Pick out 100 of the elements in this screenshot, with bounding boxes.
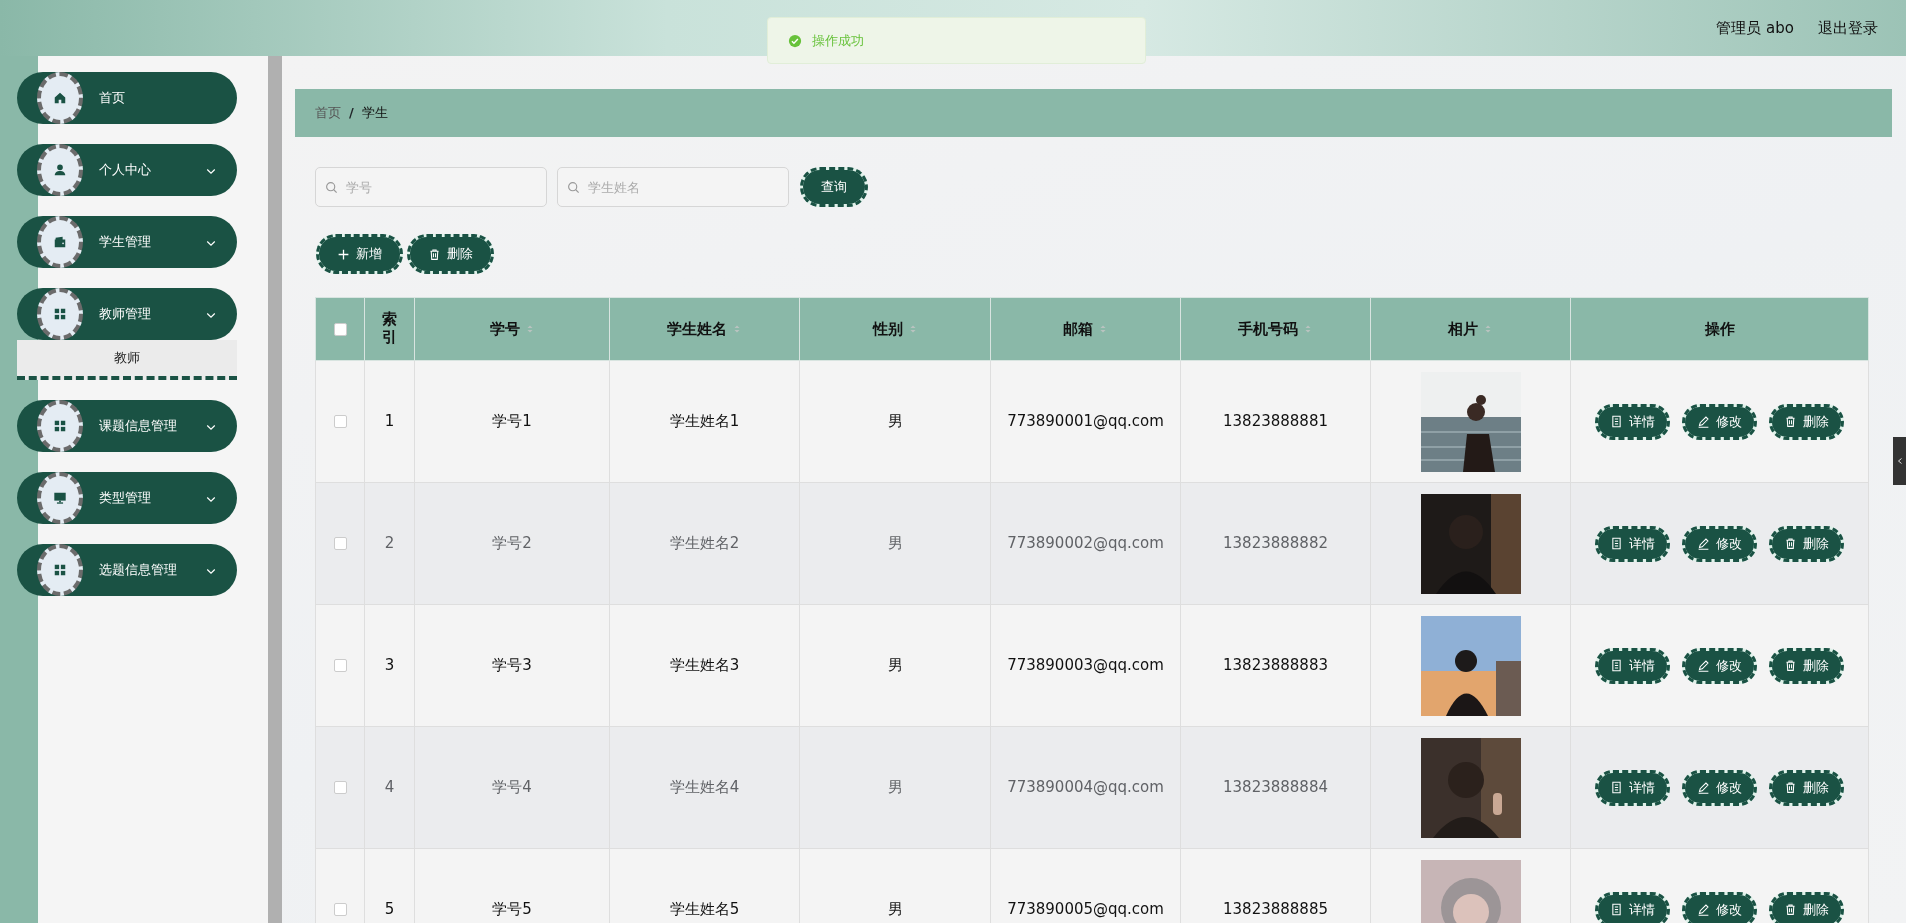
student-number: 学号5: [492, 900, 532, 919]
search-icon: [567, 181, 580, 194]
toast-message: 操作成功: [812, 31, 864, 50]
document-icon: [1610, 903, 1623, 916]
row-index: 1: [384, 412, 395, 431]
trash-icon: [1784, 537, 1797, 550]
pencil-icon: [1697, 537, 1710, 550]
edit-button[interactable]: 修改: [1685, 772, 1754, 803]
student-name: 学生姓名5: [669, 900, 740, 919]
column-header: 索引: [381, 309, 398, 346]
gender: 男: [887, 534, 903, 553]
student-number: 学号4: [492, 778, 532, 797]
delete-button[interactable]: 删除: [1772, 650, 1841, 681]
checkbox[interactable]: [333, 903, 347, 917]
trash-icon: [1784, 415, 1797, 428]
edit-button[interactable]: 修改: [1685, 528, 1754, 559]
menu-item[interactable]: 教师管理: [17, 288, 237, 340]
column-header: 学号: [489, 319, 520, 338]
menu-item[interactable]: 选题信息管理: [17, 544, 237, 596]
checkbox[interactable]: [333, 415, 347, 429]
row-index: 2: [384, 534, 395, 553]
checkbox[interactable]: [333, 322, 347, 336]
gender: 男: [887, 900, 903, 919]
column-header: 手机号码: [1238, 319, 1298, 338]
checkbox[interactable]: [333, 537, 347, 551]
detail-button[interactable]: 详情: [1598, 894, 1667, 923]
menu-item[interactable]: 首页: [17, 72, 237, 124]
student-name: 学生姓名4: [669, 778, 740, 797]
add-button[interactable]: 新增: [319, 237, 400, 271]
pencil-icon: [1697, 415, 1710, 428]
grid-icon: [53, 563, 67, 577]
edit-button[interactable]: 修改: [1685, 650, 1754, 681]
menu-item[interactable]: 类型管理: [17, 472, 237, 524]
email: 773890004@qq.com: [1007, 778, 1164, 797]
column-header: 操作: [1704, 319, 1735, 338]
detail-button[interactable]: 详情: [1598, 528, 1667, 559]
column-header: 相片: [1448, 319, 1478, 338]
logout-link[interactable]: 退出登录: [1818, 16, 1878, 40]
pencil-icon: [1697, 659, 1710, 672]
document-icon: [1610, 781, 1623, 794]
collapse-handle[interactable]: [1893, 437, 1906, 485]
user-label: 管理员 abo: [1716, 17, 1794, 39]
edit-button[interactable]: 修改: [1685, 894, 1754, 923]
student-name: 学生姓名2: [669, 534, 740, 553]
gender: 男: [887, 656, 903, 675]
grid-icon: [53, 307, 67, 321]
detail-button[interactable]: 详情: [1598, 772, 1667, 803]
menu-item[interactable]: 个人中心: [17, 144, 237, 196]
search-icon: [325, 181, 338, 194]
checkbox[interactable]: [333, 659, 347, 673]
delete-button[interactable]: 删除: [410, 237, 491, 271]
trash-icon: [1784, 903, 1797, 916]
scrollbar[interactable]: [268, 56, 282, 923]
delete-button[interactable]: 删除: [1772, 528, 1841, 559]
breadcrumb-item: 学生: [361, 104, 388, 123]
trash-icon: [428, 247, 441, 261]
delete-button[interactable]: 删除: [1772, 894, 1841, 923]
column-header: 学生姓名: [667, 319, 727, 338]
column-header: 性别: [872, 319, 903, 338]
plus-icon: [337, 247, 350, 261]
checkbox[interactable]: [333, 781, 347, 795]
column-header: 邮箱: [1063, 319, 1093, 338]
delete-button[interactable]: 删除: [1772, 772, 1841, 803]
student-name: 学生姓名1: [669, 412, 740, 431]
search-field[interactable]: 学号: [315, 167, 547, 207]
phone-number: 13823888885: [1223, 900, 1328, 919]
wallet-icon: [53, 235, 67, 249]
search-button[interactable]: 查询: [803, 170, 865, 204]
breadcrumb-item[interactable]: 首页: [315, 103, 341, 123]
breadcrumb-separator: /: [349, 104, 354, 123]
detail-button[interactable]: 详情: [1598, 650, 1667, 681]
gender: 男: [887, 412, 903, 431]
menu-item[interactable]: 学生管理: [17, 216, 237, 268]
email: 773890005@qq.com: [1007, 900, 1164, 919]
document-icon: [1610, 659, 1623, 672]
row-index: 4: [384, 778, 395, 797]
student-number: 学号2: [492, 534, 532, 553]
document-icon: [1610, 415, 1623, 428]
submenu-item[interactable]: 教师: [17, 340, 237, 380]
user-icon: [53, 163, 67, 177]
edit-button[interactable]: 修改: [1685, 406, 1754, 437]
phone-number: 13823888884: [1223, 778, 1328, 797]
student-number: 学号3: [492, 656, 532, 675]
menu-item[interactable]: 课题信息管理: [17, 400, 237, 452]
document-icon: [1610, 537, 1623, 550]
row-index: 5: [384, 900, 395, 919]
check-circle-icon: [788, 33, 802, 48]
row-index: 3: [384, 656, 395, 675]
trash-icon: [1784, 781, 1797, 794]
pencil-icon: [1697, 781, 1710, 794]
email: 773890003@qq.com: [1007, 656, 1164, 675]
phone-number: 13823888881: [1223, 412, 1328, 431]
grid-icon: [53, 419, 67, 433]
trash-icon: [1784, 659, 1797, 672]
detail-button[interactable]: 详情: [1598, 406, 1667, 437]
search-field[interactable]: 学生姓名: [557, 167, 789, 207]
pencil-icon: [1697, 903, 1710, 916]
home-icon: [53, 91, 67, 105]
delete-button[interactable]: 删除: [1772, 406, 1841, 437]
chevron-left-icon: [1895, 456, 1904, 466]
